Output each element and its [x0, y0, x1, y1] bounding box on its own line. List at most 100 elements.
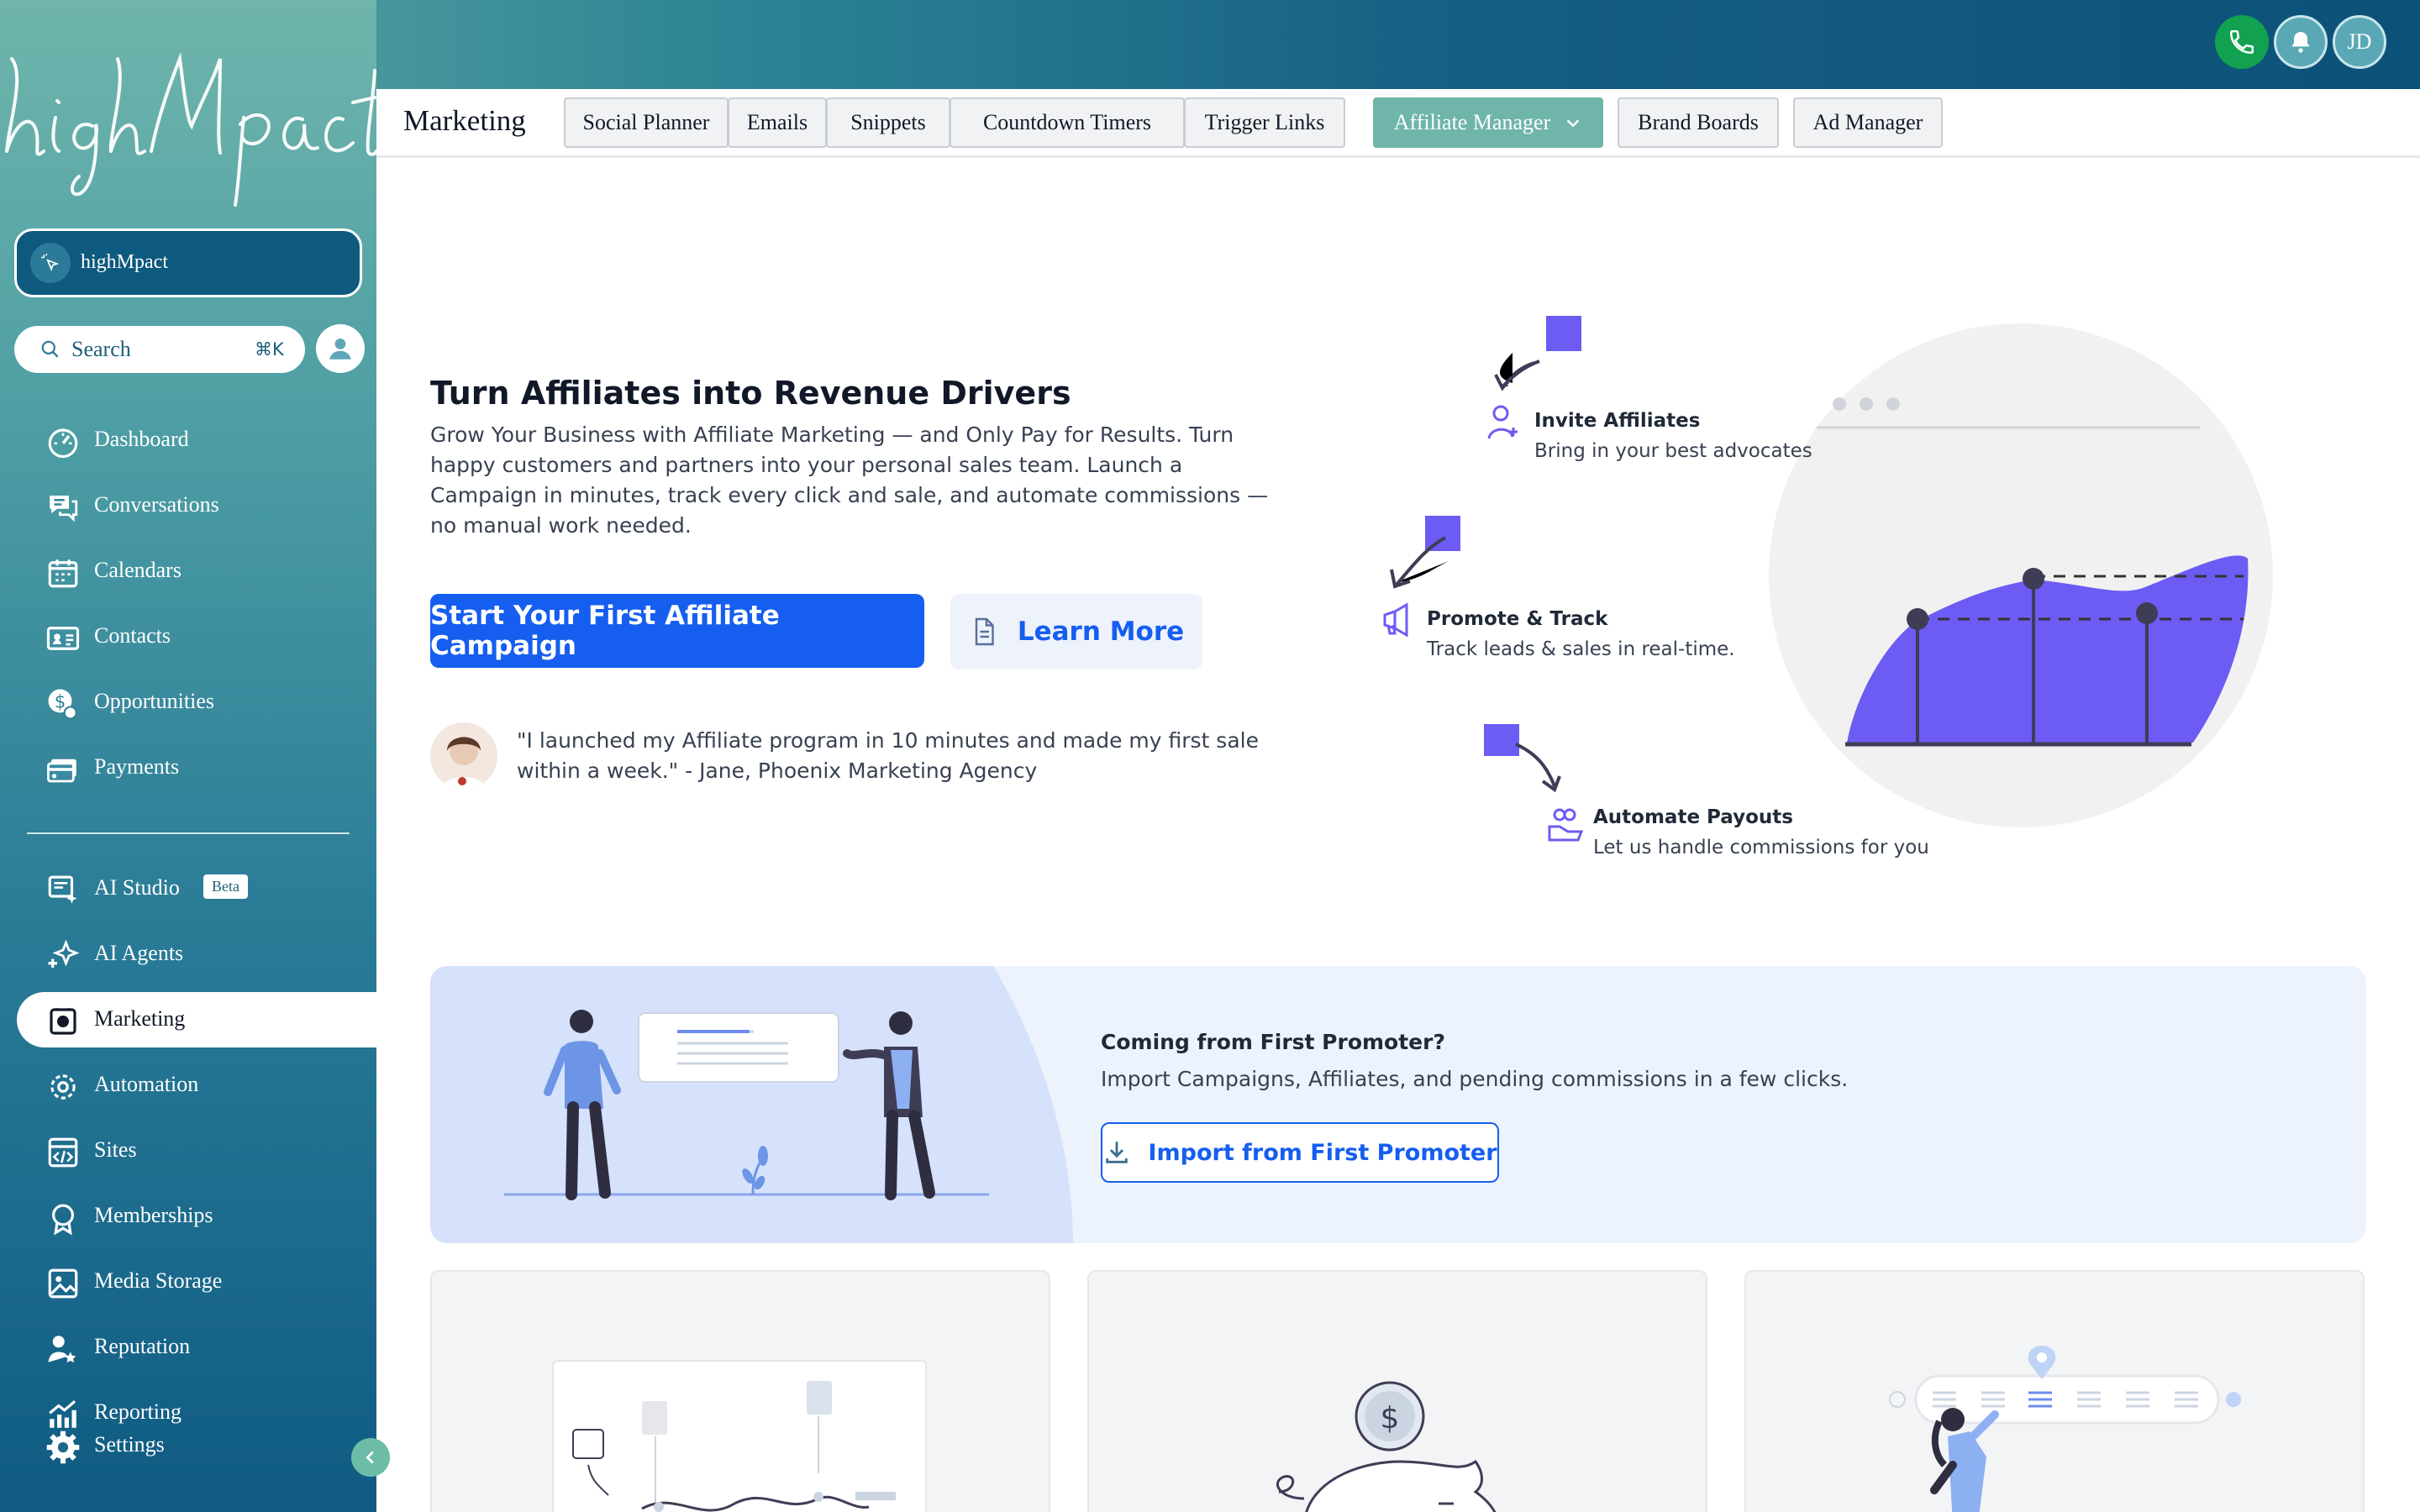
import-button-label: Import from First Promoter: [1148, 1139, 1497, 1166]
page-title: Marketing: [403, 104, 526, 137]
tab-snippets[interactable]: Snippets: [826, 97, 950, 148]
sidebar-item-label: Memberships: [94, 1203, 213, 1227]
user-icon: [329, 338, 351, 360]
chevron-left-icon: [366, 1451, 374, 1464]
sites-icon: [48, 1137, 78, 1168]
import-title: Coming from First Promoter?: [1101, 1030, 1445, 1054]
account-switcher[interactable]: highMpact: [14, 228, 362, 297]
payments-icon: [47, 759, 76, 783]
info-card-commissions: $: [1087, 1270, 1707, 1512]
learn-more-label: Learn More: [1017, 617, 1185, 647]
phone-icon: [2229, 29, 2254, 55]
marketing-tabs-bar: Marketing Social Planner Emails Snippets…: [376, 89, 2420, 158]
beta-badge: Beta: [203, 874, 248, 899]
sidebar-item-label: Payments: [94, 754, 180, 779]
calendar-icon: [48, 559, 78, 588]
feature-payouts-subtitle: Let us handle commissions for you: [1593, 837, 1929, 858]
campaign-flow-illustration: [552, 1360, 927, 1512]
feature-promote-title: Promote & Track: [1427, 608, 1608, 630]
import-description: Import Campaigns, Affiliates, and pendin…: [1101, 1067, 1849, 1091]
tab-affiliate-manager[interactable]: Affiliate Manager: [1373, 97, 1603, 148]
avatar-initials: JD: [2347, 29, 2372, 54]
feature-promote-subtitle: Track leads & sales in real-time.: [1427, 638, 1735, 660]
hero-description: Grow Your Business with Affiliate Market…: [430, 423, 1269, 538]
contacts-icon: [46, 627, 80, 650]
payouts-timeline-illustration: [1889, 1346, 2241, 1512]
chevron-down-icon: [1566, 119, 1580, 128]
sidebar-item-dashboard[interactable]: Dashboard: [0, 412, 376, 468]
user-profile-button[interactable]: [316, 324, 365, 373]
sidebar-item-ai-agents[interactable]: AI Agents: [0, 927, 376, 982]
import-button[interactable]: Import from First Promoter: [1101, 1122, 1499, 1183]
testimonial-quote: "I launched my Affiliate program in 10 m…: [517, 728, 1259, 783]
sidebar-item-sites[interactable]: Sites: [0, 1123, 376, 1179]
affiliate-growth-illustration: [1383, 316, 2273, 842]
svg-text:$: $: [55, 691, 66, 711]
tab-countdown-timers[interactable]: Countdown Timers: [950, 97, 1185, 148]
sidebar-item-automation[interactable]: Automation: [0, 1058, 376, 1113]
tab-trigger-links[interactable]: Trigger Links: [1184, 97, 1345, 148]
gear-icon: [46, 1431, 80, 1464]
opportunities-icon: $: [48, 689, 77, 720]
start-affiliate-campaign-button[interactable]: Start Your First Affiliate Campaign: [430, 594, 924, 668]
pointer-click-icon: [41, 253, 60, 272]
sidebar: highMpact Search ⌘K Dashboard Conversati…: [0, 0, 390, 1512]
marketing-icon: [50, 1008, 76, 1035]
svg-text:$: $: [1381, 1401, 1400, 1436]
sidebar-item-label: Marketing: [94, 1006, 186, 1031]
avatar[interactable]: JD: [2333, 15, 2386, 69]
learn-more-button[interactable]: Learn More: [950, 594, 1202, 669]
tab-label: Affiliate Manager: [1393, 110, 1551, 134]
sidebar-item-label: Sites: [94, 1137, 137, 1162]
sidebar-item-label: Settings: [94, 1432, 165, 1457]
piggy-bank-illustration: $: [1276, 1381, 1497, 1512]
sidebar-item-marketing[interactable]: Marketing: [17, 992, 376, 1047]
tab-ad-manager[interactable]: Ad Manager: [1793, 97, 1943, 148]
sidebar-item-label: Conversations: [94, 492, 219, 517]
collapse-sidebar-button[interactable]: [351, 1438, 390, 1477]
info-card-payouts: [1744, 1270, 2365, 1512]
sidebar-item-contacts[interactable]: Contacts: [0, 609, 376, 664]
account-avatar: [30, 243, 71, 283]
sparkles-icon: [48, 939, 80, 968]
info-card-campaign: [430, 1270, 1050, 1512]
sidebar-item-opportunities[interactable]: $ Opportunities: [0, 675, 376, 730]
search-box[interactable]: Search ⌘K: [14, 326, 305, 373]
sidebar-item-label: Contacts: [94, 623, 171, 648]
ai-studio-icon: [48, 875, 77, 904]
sidebar-item-label: Opportunities: [94, 689, 214, 713]
sidebar-item-reputation[interactable]: Reputation: [0, 1320, 376, 1375]
bell-icon: [2291, 32, 2310, 53]
feature-payouts-title: Automate Payouts: [1593, 806, 1793, 828]
hero-title: Turn Affiliates into Revenue Drivers: [430, 375, 1071, 412]
chat-icon: [50, 496, 78, 522]
dashboard-icon: [48, 428, 78, 459]
sidebar-item-ai-studio[interactable]: AI Studio Beta: [0, 861, 376, 916]
brand-logo: [5, 52, 376, 207]
tab-emails[interactable]: Emails: [728, 97, 827, 148]
notifications-button[interactable]: [2274, 15, 2328, 69]
search-input[interactable]: Search: [71, 337, 131, 362]
sidebar-item-memberships[interactable]: Memberships: [0, 1189, 376, 1244]
sidebar-item-media-storage[interactable]: Media Storage: [0, 1254, 376, 1310]
memberships-icon: [52, 1204, 74, 1236]
tab-brand-boards[interactable]: Brand Boards: [1618, 97, 1779, 148]
media-icon: [48, 1268, 78, 1299]
sidebar-item-label: AI Studio: [94, 875, 180, 900]
import-illustration: [430, 966, 1073, 1243]
sidebar-item-calendars[interactable]: Calendars: [0, 543, 376, 599]
sidebar-item-conversations[interactable]: Conversations: [0, 478, 376, 533]
sidebar-item-settings[interactable]: Settings: [0, 1418, 376, 1473]
sidebar-item-payments[interactable]: Payments: [0, 740, 376, 795]
sidebar-divider: [27, 832, 350, 834]
document-icon: [975, 617, 994, 646]
feature-invite-title: Invite Affiliates: [1534, 410, 1701, 432]
feature-invite-subtitle: Bring in your best advocates: [1534, 440, 1812, 462]
account-name: highMpact: [81, 251, 168, 273]
reputation-icon: [48, 1336, 76, 1363]
download-icon: [1106, 1142, 1128, 1163]
tab-social-planner[interactable]: Social Planner: [564, 97, 729, 148]
phone-button[interactable]: [2215, 15, 2269, 69]
search-icon: [41, 340, 59, 358]
sidebar-item-label: AI Agents: [94, 941, 184, 965]
